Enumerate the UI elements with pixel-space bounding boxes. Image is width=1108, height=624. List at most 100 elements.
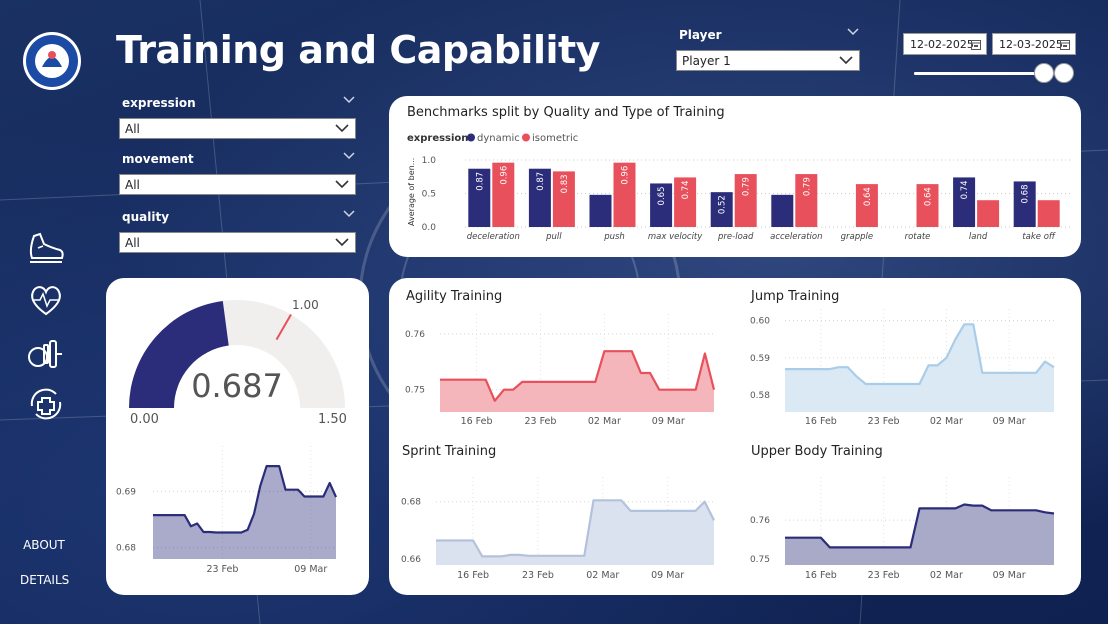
bar-dynamic [771,194,794,227]
data-label: 0.64 [863,187,873,206]
y-tick-label: 0.68 [401,498,421,508]
benchmark-trend-chart: 0.68 0.69 23 Feb 09 Mar [116,446,338,575]
y-tick-label: 0.66 [401,555,421,565]
data-label: 0.74 [681,180,691,199]
x-tick-label: 09 Mar [993,416,1026,427]
date-range-start-handle[interactable] [1034,63,1054,83]
x-tick-label: 16 Feb [805,416,837,427]
x-tick-label: 23 Feb [868,416,900,427]
data-label: 0.79 [742,177,752,196]
gauge-max-label: 1.50 [318,412,347,427]
y-tick-label: 1.0 [422,156,437,166]
x-tick-label: take off [1022,232,1056,242]
calendar-icon[interactable] [1060,39,1070,50]
bar-isometric [977,200,1000,227]
x-tick-label: 23 Feb [524,416,556,427]
club-logo [23,32,81,90]
dumbbell-icon[interactable] [26,333,66,373]
gauge-target-label: 1.00 [292,298,319,312]
x-tick-label: 23 Feb [522,570,554,581]
benchmarks-bar-chart: expression dynamic isometric Average of ben… [407,133,1073,242]
y-tick-label: 0.60 [750,317,770,327]
y-tick-label: 0.59 [750,354,770,364]
y-axis-label: Average of ben... [407,158,416,226]
x-tick-label: deceleration [467,232,520,242]
end-date-value: 12-03-2025 [999,38,1063,51]
y-tick-label: 0.69 [116,487,136,497]
y-tick-label: 0.76 [750,516,770,526]
x-tick-label: 23 Feb [206,564,238,575]
data-label: 0.68 [1021,185,1031,204]
player-dropdown[interactable]: Player 1 [676,50,860,71]
start-date-value: 12-02-2025 [910,38,974,51]
legend-label-dynamic: dynamic [477,133,520,144]
x-tick-label: pull [545,232,562,242]
chevron-down-icon[interactable] [343,96,355,104]
end-date-input[interactable]: 12-03-2025 [992,33,1076,55]
quality-dropdown[interactable]: All [119,232,356,253]
x-tick-label: 02 Mar [930,416,963,427]
y-tick-label: 0.58 [750,391,770,401]
details-link[interactable]: DETAILS [20,573,69,587]
y-tick-label: 0.68 [116,544,136,554]
page-title: Training and Capability [116,28,600,72]
y-tick-label: 0.75 [405,386,425,396]
quality-filter-label: quality [122,210,170,224]
date-range-end-handle[interactable] [1054,63,1074,83]
chevron-down-icon[interactable] [343,210,355,218]
player-dropdown-value: Player 1 [682,54,731,68]
data-label: 0.87 [536,172,546,191]
bar-isometric [1037,200,1060,227]
x-tick-label: 16 Feb [461,416,493,427]
x-tick-label: 16 Feb [457,570,489,581]
x-tick-label: 02 Mar [586,570,619,581]
benchmark-gauge: 1.00 0.687 0.00 1.50 [129,298,347,427]
x-tick-label: push [603,232,625,242]
x-tick-label: 16 Feb [805,570,837,581]
chevron-down-icon [335,238,349,247]
y-tick-label: 0.76 [405,330,425,340]
area-fill [153,466,336,559]
start-date-input[interactable]: 12-02-2025 [903,33,987,55]
chevron-down-icon[interactable] [847,28,859,36]
y-tick-label: 0.5 [422,190,436,200]
training-trends-card: Agility Training 0.75 0.76 16 Feb 23 Feb 02 … [389,278,1081,595]
jump-training-chart: 0.58 0.59 0.60 16 Feb 23 Feb 02 Mar 09 Mar [750,309,1055,427]
movement-filter-label: movement [122,152,194,166]
medical-plus-icon[interactable] [26,384,66,424]
gauge-min-label: 0.00 [130,412,159,427]
movement-dropdown-value: All [125,178,140,192]
x-tick-label: 09 Mar [652,416,685,427]
y-tick-label: 0.75 [750,555,770,565]
x-tick-label: land [969,232,988,242]
upper-body-chart-title: Upper Body Training [751,444,883,459]
data-label: 0.65 [657,187,667,206]
date-range-slider[interactable] [914,63,1074,83]
x-tick-label: grapple [841,232,873,242]
x-tick-label: 09 Mar [651,570,684,581]
y-tick-label: 0.0 [422,223,437,233]
legend-label-isometric: isometric [532,133,578,144]
expression-dropdown-value: All [125,122,140,136]
data-label: 0.74 [960,180,970,199]
data-label: 0.87 [475,172,485,191]
bar-dynamic [589,194,612,227]
expression-dropdown[interactable]: All [119,118,356,139]
data-label: 0.79 [802,177,812,196]
x-tick-label: 02 Mar [930,570,963,581]
player-filter-label: Player [679,28,722,42]
movement-dropdown[interactable]: All [119,174,356,195]
legend-marker-isometric [522,133,530,142]
x-tick-label: 23 Feb [868,570,900,581]
data-label: 0.52 [718,195,728,214]
agility-chart-title: Agility Training [406,289,503,304]
legend-title: expression [407,133,468,144]
gauge-value-label: 0.687 [191,367,283,405]
running-shoe-icon[interactable] [26,228,66,268]
heart-icon[interactable] [26,280,66,320]
about-link[interactable]: ABOUT [20,538,68,552]
calendar-icon[interactable] [971,39,981,50]
data-label: 0.64 [924,187,934,206]
chevron-down-icon[interactable] [343,152,355,160]
x-tick-label: rotate [905,232,931,242]
